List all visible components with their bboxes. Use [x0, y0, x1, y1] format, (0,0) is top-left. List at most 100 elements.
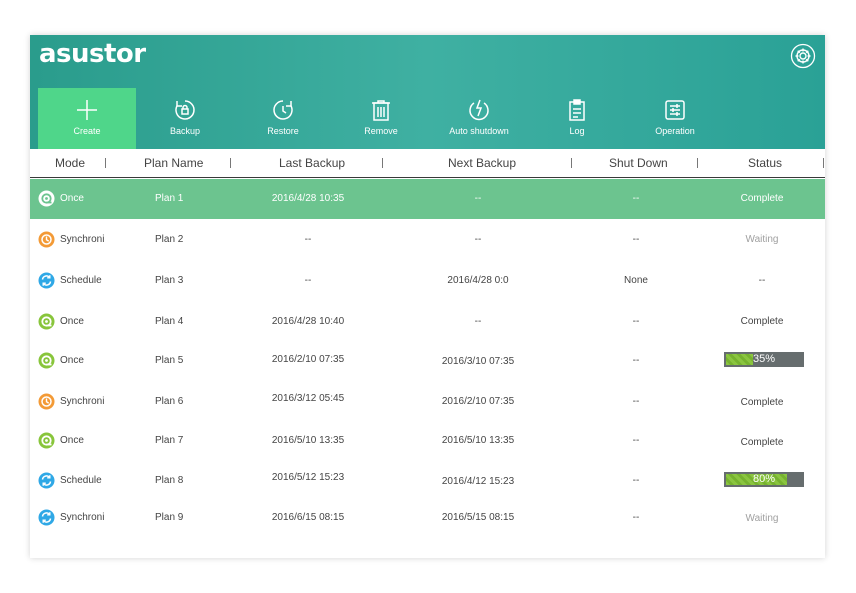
restore-label: Restore	[267, 126, 299, 136]
column-divider[interactable]	[382, 158, 383, 168]
column-divider[interactable]	[105, 158, 106, 168]
mode-label: Once	[60, 316, 84, 327]
col-plan-name[interactable]: Plan Name	[144, 156, 203, 170]
table-row[interactable]: Synchroni Plan 6 2016/3/12 05:45 2016/2/10 …	[30, 381, 825, 421]
app-window: asustor Create Backup Restore Remove Aut…	[30, 35, 825, 558]
column-divider[interactable]	[571, 158, 572, 168]
shut-down-value: --	[632, 396, 640, 407]
mode-label: Once	[60, 193, 84, 204]
column-divider[interactable]	[697, 158, 698, 168]
table-row[interactable]: Synchroni Plan 9 2016/6/15 08:15 2016/5/15 …	[30, 499, 825, 539]
power-icon	[469, 99, 489, 121]
mode-label: Once	[60, 435, 84, 446]
progress-percent: 80%	[752, 473, 776, 485]
header-bar: asustor Create Backup Restore Remove Aut…	[30, 35, 825, 149]
shut-down-value: --	[632, 193, 640, 204]
col-next-backup[interactable]: Next Backup	[448, 156, 516, 170]
next-backup-value: 2016/4/12 15:23	[441, 476, 515, 487]
shut-down-value: --	[632, 475, 640, 486]
column-divider[interactable]	[823, 158, 824, 168]
last-backup-value: 2016/4/28 10:40	[271, 316, 345, 327]
table-row[interactable]: Once Plan 7 2016/5/10 13:35 2016/5/10 13:35…	[30, 421, 825, 461]
progress-percent: 35%	[752, 353, 776, 365]
status-value: Complete	[740, 193, 784, 204]
mode-label: Synchroni	[60, 512, 105, 523]
next-backup-value: 2016/5/10 13:35	[441, 435, 515, 446]
remove-button[interactable]: Remove	[332, 88, 430, 149]
auto-shutdown-label: Auto shutdown	[449, 126, 509, 136]
plan-name: Plan 8	[155, 475, 184, 486]
mode-label: Schedule	[60, 475, 102, 486]
table-row[interactable]: Once Plan 4 2016/4/28 10:40 -- -- Complete	[30, 301, 825, 341]
trash-icon	[372, 100, 390, 121]
gear-icon[interactable]	[790, 43, 816, 69]
backup-label: Backup	[169, 126, 201, 136]
backup-button[interactable]: Backup	[136, 88, 234, 149]
shut-down-value: --	[632, 355, 640, 366]
next-backup-value: 2016/3/10 07:35	[441, 356, 515, 367]
remove-label: Remove	[364, 126, 398, 136]
shut-down-value: --	[632, 435, 640, 446]
table-row[interactable]: Once Plan 1 2016/4/28 10:35 -- -- Complete	[30, 179, 825, 219]
shut-down-value: None	[624, 275, 648, 286]
table-row[interactable]: Schedule Plan 3 -- 2016/4/28 0:0 None --	[30, 261, 825, 301]
next-backup-value: --	[474, 193, 482, 204]
schedule-icon	[38, 272, 55, 289]
mode-label: Synchroni	[60, 234, 105, 245]
shut-down-value: --	[632, 234, 640, 245]
plan-name: Plan 5	[155, 355, 184, 366]
plan-name: Plan 9	[155, 512, 184, 523]
restore-button[interactable]: Restore	[234, 88, 332, 149]
col-shut-down[interactable]: Shut Down	[609, 156, 668, 170]
table-header: Mode Plan Name Last Backup Next Backup S…	[30, 149, 825, 178]
once-icon	[38, 352, 55, 369]
col-status[interactable]: Status	[748, 156, 782, 170]
auto-shutdown-button[interactable]: Auto shutdown	[430, 88, 528, 149]
status-value: Complete	[740, 316, 784, 327]
status-value: Waiting	[745, 234, 779, 245]
restore-icon	[273, 100, 293, 120]
status-value: Complete	[740, 397, 784, 408]
progress-bar: 80%	[724, 472, 804, 487]
last-backup-value: 2016/3/12 05:45	[271, 393, 345, 404]
next-backup-value: 2016/4/28 0:0	[447, 275, 509, 286]
plan-name: Plan 3	[155, 275, 184, 286]
table-row[interactable]: Schedule Plan 8 2016/5/12 15:23 2016/4/12 1…	[30, 461, 825, 501]
once-icon	[38, 313, 55, 330]
mode-label: Once	[60, 355, 84, 366]
status-value: Waiting	[745, 513, 779, 524]
plan-name: Plan 4	[155, 316, 184, 327]
table-row[interactable]: Synchroni Plan 2 -- -- -- Waiting	[30, 219, 825, 259]
last-backup-value: 2016/5/10 13:35	[271, 435, 345, 446]
last-backup-value: 2016/6/15 08:15	[271, 512, 345, 523]
column-divider[interactable]	[230, 158, 231, 168]
toolbar: Create Backup Restore Remove Auto shutdo…	[38, 88, 818, 149]
synchroni-icon	[38, 231, 55, 248]
col-last-backup[interactable]: Last Backup	[279, 156, 345, 170]
create-label: Create	[73, 126, 101, 136]
log-label: Log	[569, 126, 585, 136]
next-backup-value: 2016/5/15 08:15	[441, 512, 515, 523]
table-row[interactable]: Once Plan 5 2016/2/10 07:35 2016/3/10 07:35…	[30, 341, 825, 381]
plus-icon	[77, 100, 97, 120]
plan-name: Plan 7	[155, 435, 184, 446]
shut-down-value: --	[632, 512, 640, 523]
mode-label: Synchroni	[60, 396, 105, 407]
schedule-icon	[38, 472, 55, 489]
clipboard-icon	[569, 99, 585, 121]
status-value: Complete	[740, 437, 784, 448]
plan-name: Plan 6	[155, 396, 184, 407]
operation-button[interactable]: Operation	[626, 88, 724, 149]
last-backup-value: 2016/5/12 15:23	[271, 472, 345, 483]
status-value: --	[758, 275, 766, 286]
asustor-logo: asustor	[39, 39, 146, 69]
shut-down-value: --	[632, 316, 640, 327]
last-backup-value: --	[304, 275, 312, 286]
log-button[interactable]: Log	[528, 88, 626, 149]
create-button[interactable]: Create	[38, 88, 136, 149]
col-mode[interactable]: Mode	[55, 156, 85, 170]
synchroni-icon	[38, 393, 55, 410]
progress-bar: 35%	[724, 352, 804, 367]
schedule-icon	[38, 509, 55, 526]
once-icon	[38, 432, 55, 449]
